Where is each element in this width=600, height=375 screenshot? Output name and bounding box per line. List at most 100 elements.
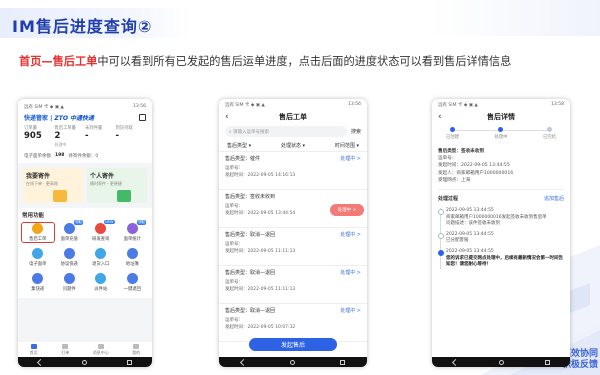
function-grid: 售后工单 面单充值 领取 研发查询 NEW 面单统计 领取电子面单 协议快递 退货入口 地址簿集快… bbox=[21, 220, 149, 292]
grid-item[interactable]: 售后工单 bbox=[21, 222, 55, 243]
function-icon bbox=[95, 223, 107, 234]
app-brand: 快递管家 | ZTO 中通快递 bbox=[24, 114, 95, 122]
status-bar: 远有 SIM 卡 ◆ ▣ ▲ 13:56 bbox=[24, 102, 146, 111]
event-text: 问题描述：该件签收未收到 bbox=[446, 221, 500, 227]
stat-orders[interactable]: 订单量 905 bbox=[24, 125, 55, 148]
brand-row: 快递管家 | ZTO 中通快递 bbox=[24, 111, 146, 123]
ticket-header: 售后类型：签收未收到处理中 > bbox=[225, 193, 361, 200]
ticket-item[interactable]: 售后类型：取消—退回 处理中 > 运单号： 发起时间：2022-09-05 10:07… bbox=[219, 304, 367, 342]
recents-nav-icon[interactable] bbox=[544, 359, 550, 365]
home-nav-icon[interactable] bbox=[498, 359, 504, 365]
tab-mine[interactable]: 我的 bbox=[132, 343, 140, 356]
ticket-time: 发起时间：2022-09-05 10:07:32 bbox=[225, 325, 296, 330]
phone-home: 远有 SIM 卡 ◆ ▣ ▲ 13:56 快递管家 | ZTO 中通快递 订单量 9… bbox=[18, 99, 152, 367]
append-aftersale-link[interactable]: 追加售后 bbox=[544, 195, 564, 202]
search-input[interactable]: ⌕ 请输入运单号搜索 bbox=[225, 126, 347, 137]
home-nav-icon[interactable] bbox=[82, 359, 88, 365]
ticket-header: 售后类型：催件 处理中 > bbox=[225, 155, 361, 162]
grid-item[interactable]: 一键退回 bbox=[117, 273, 149, 292]
grid-item[interactable]: 研发查询 NEW bbox=[85, 220, 117, 242]
slide: IM售后进度查询② 首页—售后工单中可以看到所有已发起的售后运单进度，点击后面的… bbox=[0, 0, 600, 375]
ticket-meta: 运单号： 发起时间：2022-09-05 11:11:13 bbox=[225, 279, 361, 293]
tab-print[interactable]: 打单 bbox=[61, 343, 70, 356]
filter-status[interactable]: 处理状态 ▾ bbox=[281, 142, 305, 149]
screen-title: 售后工单 bbox=[279, 112, 307, 121]
ticket-waybill: 运单号： bbox=[225, 318, 243, 323]
process-title: 处理过程 bbox=[438, 196, 459, 203]
grid-item[interactable]: 问题件 bbox=[54, 273, 86, 292]
balance-label: 电子面单余额 bbox=[24, 154, 51, 159]
ticket-time: 发起时间：2022-09-05 14:16:13 bbox=[225, 173, 296, 178]
filter-time[interactable]: 时间范围 ▾ bbox=[335, 142, 359, 149]
stat-value: - bbox=[115, 131, 120, 141]
grid-item[interactable]: 地址簿 bbox=[117, 248, 149, 267]
user-icon bbox=[133, 343, 140, 349]
grid-label: 问题件 bbox=[62, 287, 76, 292]
common-functions: 常用功能 售后工单 面单充值 领取 研发查询 NEW 面单统计 领取电子面单 协议快递 退货入口… bbox=[18, 208, 152, 298]
ticket-time: 发起时间：2022-09-05 11:11:13 bbox=[225, 287, 296, 292]
grid-item[interactable]: 电子面单 bbox=[22, 248, 54, 267]
card-personal-send[interactable]: 个人寄件 随时寄件 · 更便捷 bbox=[87, 168, 147, 203]
tab-messages[interactable]: 消息中心 bbox=[93, 343, 109, 356]
grid-label: 面单充值 bbox=[60, 237, 78, 242]
stat-value: - bbox=[85, 131, 89, 141]
stat-aftersale[interactable]: 售后工单量 2 处理中 bbox=[55, 125, 86, 148]
ticket-item[interactable]: 售后类型：签收未收到处理中 >运单号：发起时间：2022-09-05 13:44… bbox=[219, 190, 367, 228]
grid-item[interactable]: 退货入口 bbox=[85, 248, 117, 267]
home-header: 远有 SIM 卡 ◆ ▣ ▲ 13:56 快递管家 | ZTO 中通快递 订单量 9… bbox=[18, 99, 152, 163]
step-label: 已完结 bbox=[543, 135, 556, 140]
stat-pickup[interactable]: 到货待取 - bbox=[116, 125, 147, 148]
back-nav-icon[interactable] bbox=[451, 358, 459, 366]
ticket-waybill: 运单号： bbox=[225, 166, 243, 171]
process-section: 处理过程 追加售后 2022-09-05 13:44:55 商家邮箱用户100000… bbox=[438, 195, 564, 269]
ticket-waybill: 运单号： bbox=[225, 242, 243, 247]
ticket-type: 售后类型：签收未收到 bbox=[225, 194, 276, 200]
ticket-item[interactable]: 售后类型：催件 处理中 > 运单号： 发起时间：2022-09-05 14:16:13 bbox=[219, 152, 367, 190]
app-brand-text: 快递管家 bbox=[24, 114, 49, 122]
stat-unarrived[interactable]: 未到件量 - bbox=[85, 125, 116, 148]
recents-nav-icon[interactable] bbox=[339, 359, 345, 365]
zto-logo: ZTO 中通快递 bbox=[54, 114, 95, 122]
tab-home[interactable]: 首页 bbox=[30, 343, 38, 356]
timeline-event: 2022-09-05 13:44:55 您的诉求已提交网点处理中，后续有最新情况会… bbox=[438, 249, 564, 269]
function-icon bbox=[126, 248, 138, 259]
grid-item[interactable]: 集快递 bbox=[22, 273, 54, 292]
stat-value: 905 bbox=[24, 131, 42, 141]
grid-item[interactable]: 面单充值 领取 bbox=[54, 220, 86, 242]
back-nav-icon[interactable] bbox=[240, 358, 248, 366]
function-icon bbox=[126, 223, 138, 234]
ticket-item[interactable]: 售后类型：取消—退回 处理中 > 运单号： 发起时间：2022-09-05 11:11… bbox=[219, 228, 367, 266]
search-button[interactable]: 搜索 bbox=[351, 128, 361, 135]
grid-label: 一键退回 bbox=[123, 287, 141, 292]
ticket-status[interactable]: 处理中 > bbox=[340, 269, 361, 276]
event-text: 您的诉求已提交网点处理中，后续有最新情况会第一时间告知您！请您耐心等待！ bbox=[446, 255, 563, 268]
grid-item[interactable]: 协议快递 bbox=[54, 248, 86, 267]
status-time: 13:56 bbox=[348, 102, 361, 107]
ticket-item[interactable]: 售后类型：取消—退回 处理中 > 运单号： 发起时间：2022-09-05 11:11… bbox=[219, 266, 367, 304]
scan-icon[interactable] bbox=[139, 113, 146, 121]
ticket-type: 售后类型：催件 bbox=[225, 156, 261, 162]
recents-nav-icon[interactable] bbox=[127, 359, 133, 365]
home-nav-icon[interactable] bbox=[290, 359, 296, 365]
function-icon bbox=[126, 273, 138, 284]
status-left: 远有 SIM 卡 ◆ ▣ ▲ bbox=[438, 102, 478, 108]
tab-label: 打单 bbox=[61, 349, 70, 355]
ticket-status[interactable]: 处理中 > bbox=[340, 307, 361, 314]
submit-aftersale-button[interactable]: 发起售后 bbox=[249, 338, 337, 351]
ticket-status[interactable]: 处理中 > bbox=[340, 231, 361, 238]
section-title: 常用功能 bbox=[22, 213, 45, 219]
grid-label: 协议快递 bbox=[60, 262, 78, 267]
function-icon bbox=[32, 223, 44, 234]
card-send-order[interactable]: 我要寄件 在线下单 · 更高效 bbox=[23, 168, 83, 203]
ticket-status-highlight[interactable]: 处理中 > bbox=[330, 204, 364, 216]
search-row: ⌕ 请输入运单号搜索 搜索 bbox=[225, 126, 361, 137]
grid-item[interactable]: 面单统计 领取 bbox=[117, 220, 149, 242]
grid-item[interactable]: 派件站 bbox=[85, 273, 117, 292]
back-nav-icon[interactable] bbox=[36, 358, 44, 366]
description-highlight: 首页—售后工单 bbox=[19, 55, 98, 68]
timeline-event: 2022-09-05 13:44:55 商家邮箱用户1000000016发起签收未… bbox=[438, 208, 564, 228]
ticket-status[interactable]: 处理中 > bbox=[340, 155, 361, 162]
grid-label: 电子面单 bbox=[29, 262, 47, 267]
step-processing: 处理中 bbox=[495, 127, 507, 140]
filter-type[interactable]: 售后类型 ▾ bbox=[227, 142, 251, 149]
